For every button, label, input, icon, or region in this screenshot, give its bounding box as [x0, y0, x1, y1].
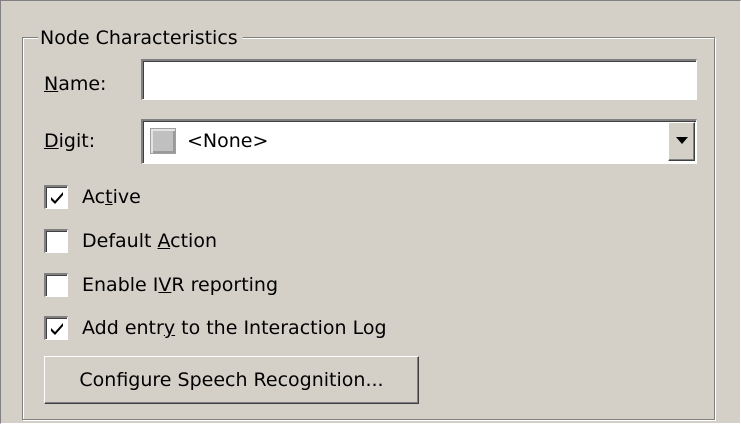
digit-selected-value: <None>	[187, 130, 269, 152]
digit-label: Digit:	[44, 130, 95, 152]
interaction-log-label: Add entry to the Interaction Log	[82, 317, 387, 339]
grey-square-icon	[150, 128, 176, 154]
active-checkbox[interactable]	[44, 185, 68, 209]
active-label: Active	[82, 186, 141, 208]
name-label: Name:	[44, 73, 106, 95]
name-label-text: ame:	[58, 73, 107, 95]
default-action-label: Default Action	[82, 230, 217, 252]
default-action-checkbox[interactable]	[44, 229, 68, 253]
chevron-down-icon	[676, 137, 688, 144]
ivr-reporting-checkbox[interactable]	[44, 273, 68, 297]
name-input[interactable]	[141, 59, 697, 100]
digit-label-accesskey: D	[44, 130, 59, 152]
checkmark-icon	[51, 323, 63, 335]
digit-select[interactable]: <None>	[141, 119, 697, 164]
name-label-accesskey: N	[44, 73, 59, 95]
configure-speech-recognition-button[interactable]: Configure Speech Recognition...	[44, 356, 419, 404]
group-title: Node Characteristics	[38, 27, 243, 49]
ivr-reporting-label: Enable IVR reporting	[82, 274, 279, 296]
digit-dropdown-button[interactable]	[668, 122, 695, 161]
digit-label-text: igit:	[58, 130, 96, 152]
checkmark-icon	[51, 192, 63, 204]
interaction-log-checkbox[interactable]	[44, 316, 68, 340]
